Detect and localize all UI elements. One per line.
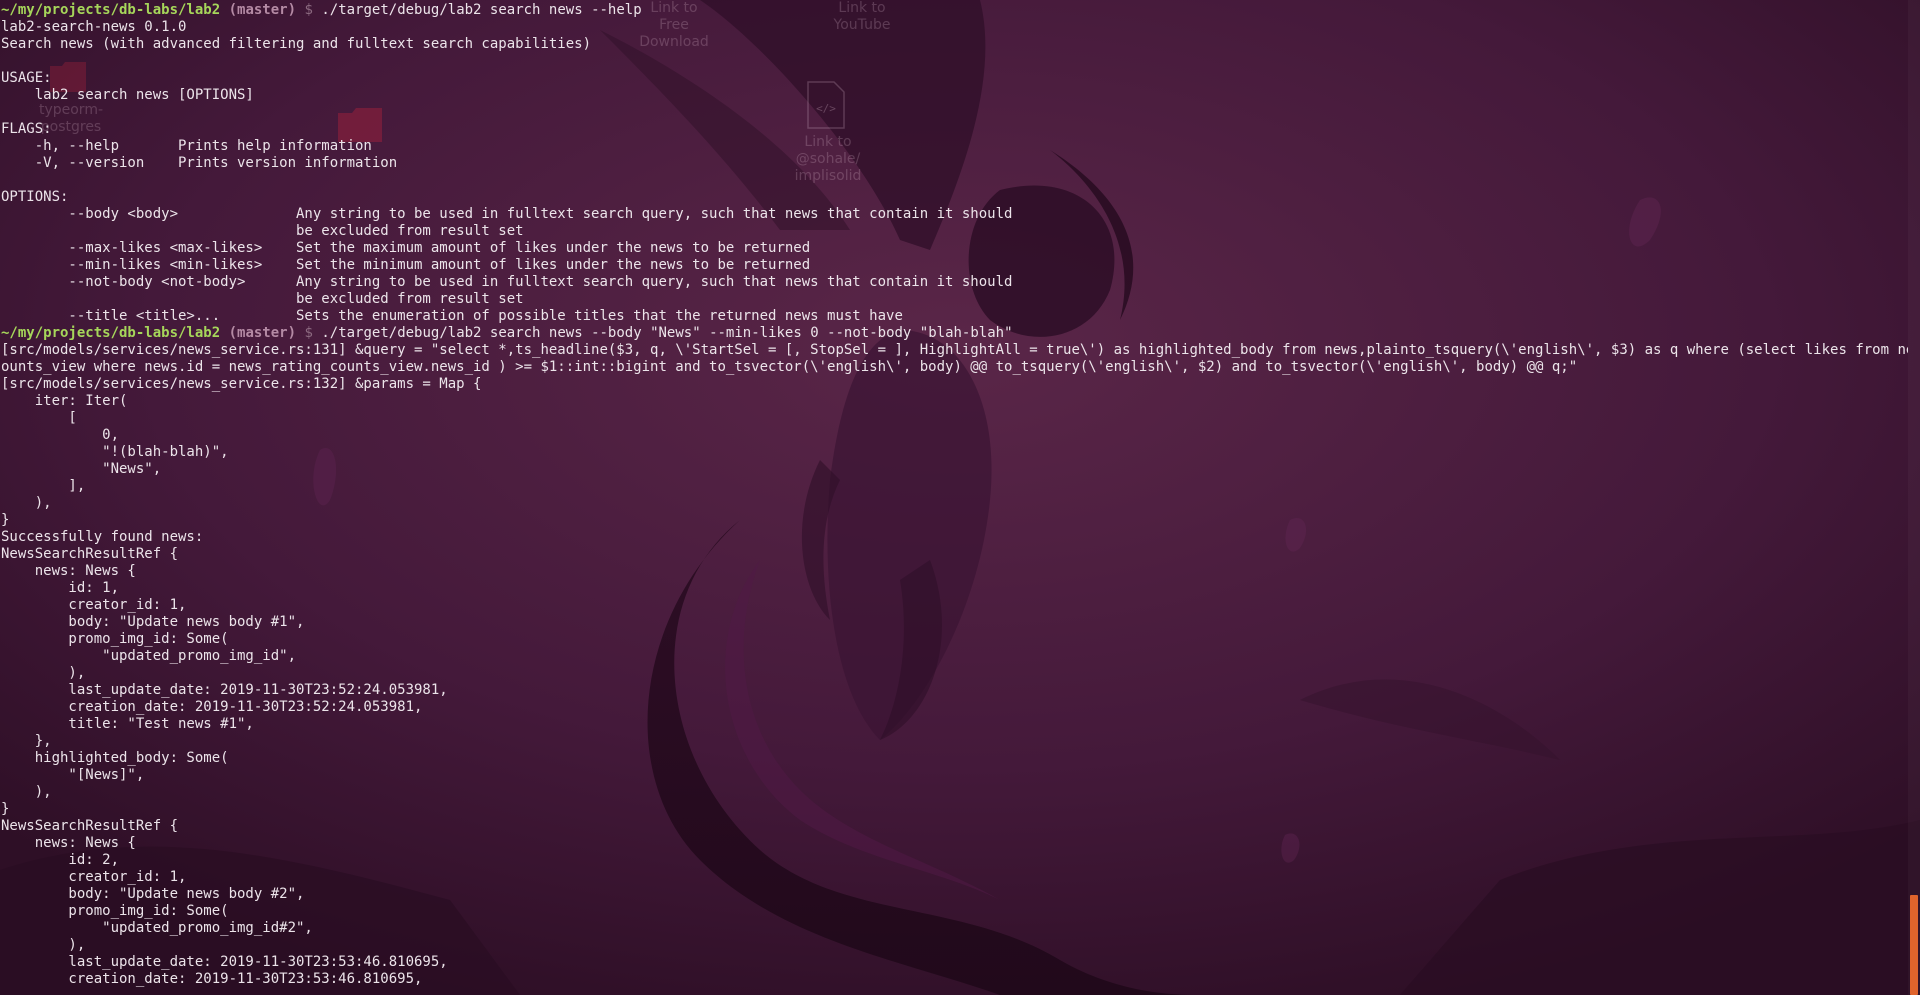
output-line: promo_img_id: Some( <box>1 631 229 647</box>
output-line: body: "Update news body #1", <box>1 614 305 630</box>
output-line: ), <box>1 784 52 800</box>
output-line: [ <box>1 410 77 426</box>
output-line: [src/models/services/news_service.rs:131… <box>1 342 1908 358</box>
output-line: "!(blah-blah)", <box>1 444 229 460</box>
output-line: creator_id: 1, <box>1 597 187 613</box>
output-line: ], <box>1 478 86 494</box>
scrollbar-thumb[interactable] <box>1910 895 1918 995</box>
prompt-git-branch: (master) <box>228 2 297 18</box>
output-line: } <box>1 801 10 817</box>
output-line: -h, --help Prints help information <box>1 138 372 154</box>
output-line: news: News { <box>1 835 136 851</box>
output-line: --min-likes <min-likes> Set the minimum … <box>1 257 811 273</box>
output-line: iter: Iter( <box>1 393 128 409</box>
command-text: ./target/debug/lab2 search news --body "… <box>321 325 1013 341</box>
output-line: ), <box>1 495 52 511</box>
output-line: lab2-search-news 0.1.0 <box>1 19 187 35</box>
output-line: Successfully found news: <box>1 529 204 545</box>
output-line: --title <title>... Sets the enumeration … <box>1 308 903 324</box>
output-line: creation_date: 2019-11-30T23:53:46.81069… <box>1 971 423 987</box>
output-line: 0, <box>1 427 120 443</box>
output-line: }, <box>1 733 52 749</box>
output-line: lab2 search news [OPTIONS] <box>1 87 254 103</box>
command-text: ./target/debug/lab2 search news --help <box>321 2 642 18</box>
output-line: Search news (with advanced filtering and… <box>1 36 592 52</box>
output-line: last_update_date: 2019-11-30T23:53:46.81… <box>1 954 448 970</box>
prompt-path: ~/my/projects/db-labs/lab2 <box>1 2 221 18</box>
output-line: ), <box>1 665 86 681</box>
output-line: ounts_view where news.id = news_rating_c… <box>1 359 1578 375</box>
output-line: be excluded from result set <box>1 223 524 239</box>
output-line: last_update_date: 2019-11-30T23:52:24.05… <box>1 682 448 698</box>
output-line: NewsSearchResultRef { <box>1 546 179 562</box>
prompt-symbol: $ <box>304 325 313 341</box>
output-line: "News", <box>1 461 162 477</box>
output-line: OPTIONS: <box>1 189 69 205</box>
output-line: } <box>1 512 10 528</box>
terminal-output: ~/my/projects/db-labs/lab2 (master) $ ./… <box>0 0 1908 988</box>
terminal-scrollbar[interactable] <box>1908 0 1920 995</box>
output-line: creation_date: 2019-11-30T23:52:24.05398… <box>1 699 423 715</box>
prompt-line: ~/my/projects/db-labs/lab2 (master) $ ./… <box>1 325 1908 342</box>
output-line: --not-body <not-body> Any string to be u… <box>1 274 1013 290</box>
output-line: promo_img_id: Some( <box>1 903 229 919</box>
output-line: ), <box>1 937 86 953</box>
output-line: be excluded from result set <box>1 291 524 307</box>
output-line: news: News { <box>1 563 136 579</box>
prompt-git-branch: (master) <box>228 325 297 341</box>
terminal-window[interactable]: ~/my/projects/db-labs/lab2 (master) $ ./… <box>0 0 1908 995</box>
output-line: "updated_promo_img_id", <box>1 648 297 664</box>
output-line: "updated_promo_img_id#2", <box>1 920 313 936</box>
output-line: NewsSearchResultRef { <box>1 818 179 834</box>
output-line: --max-likes <max-likes> Set the maximum … <box>1 240 811 256</box>
output-line: body: "Update news body #2", <box>1 886 305 902</box>
prompt-line: ~/my/projects/db-labs/lab2 (master) $ ./… <box>1 2 1908 19</box>
output-line: FLAGS: <box>1 121 52 137</box>
prompt-path: ~/my/projects/db-labs/lab2 <box>1 325 221 341</box>
output-line: highlighted_body: Some( <box>1 750 229 766</box>
output-line: --body <body> Any string to be used in f… <box>1 206 1013 222</box>
output-line: [src/models/services/news_service.rs:132… <box>1 376 482 392</box>
output-line: id: 1, <box>1 580 120 596</box>
output-line: USAGE: <box>1 70 52 86</box>
output-line: -V, --version Prints version information <box>1 155 398 171</box>
output-line: creator_id: 1, <box>1 869 187 885</box>
output-line: id: 2, <box>1 852 120 868</box>
output-line: "[News]", <box>1 767 145 783</box>
prompt-symbol: $ <box>304 2 313 18</box>
output-line: title: "Test news #1", <box>1 716 254 732</box>
